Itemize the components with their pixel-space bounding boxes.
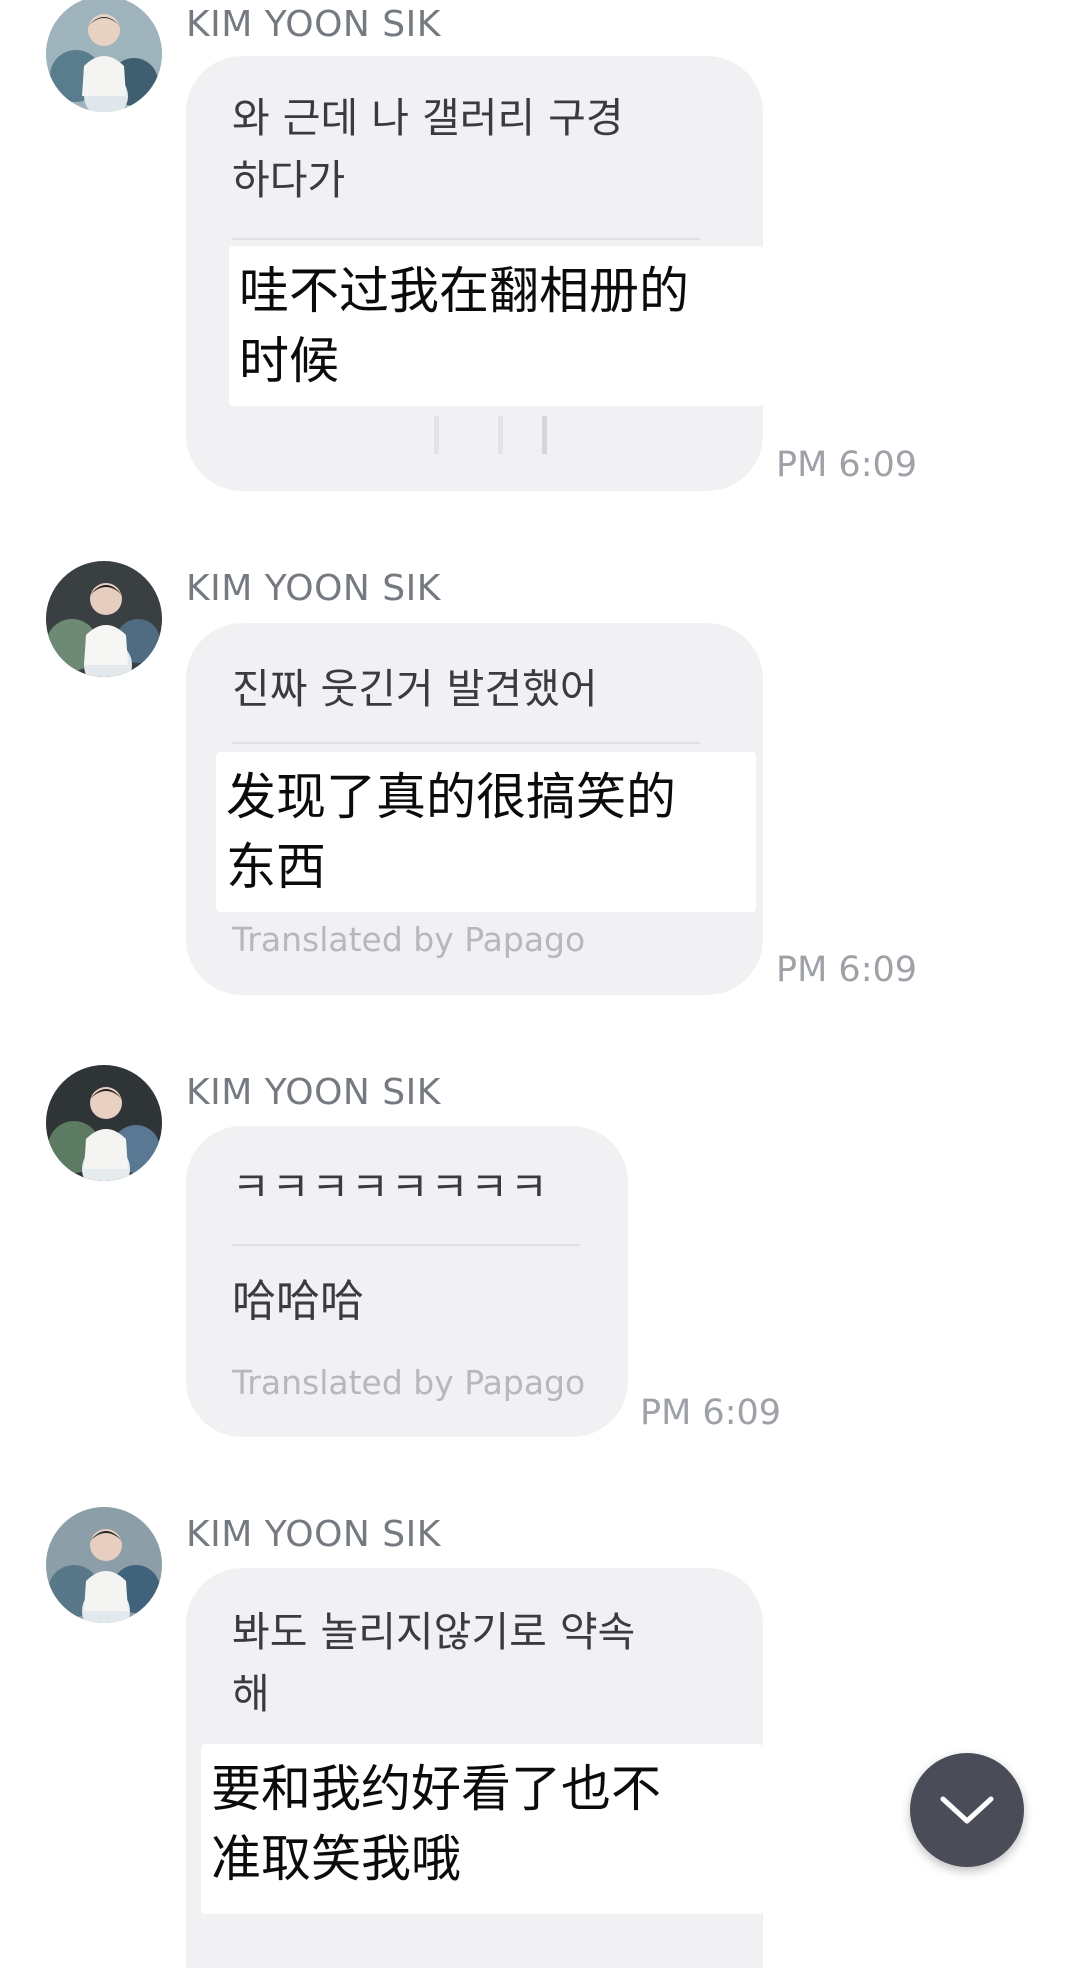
- chevron-down-icon: [940, 1796, 994, 1824]
- avatar-photo: [46, 1065, 162, 1181]
- sender-name: KIM YOON SIK: [186, 568, 441, 609]
- original-text: 와 근데 나 갤러리 구경 하다가: [232, 94, 624, 204]
- divider: [232, 1244, 580, 1246]
- translated-text: 哈哈哈: [232, 1276, 364, 1327]
- original-text: ㅋㅋㅋㅋㅋㅋㅋㅋ: [232, 1163, 550, 1211]
- translated-by-label: Translated by Papago: [232, 920, 586, 959]
- timestamp: PM 6:09: [776, 950, 918, 990]
- scroll-to-bottom-button[interactable]: [910, 1753, 1024, 1867]
- divider: [232, 238, 700, 240]
- translated-text: 哇不过我在翻相册的 时候: [239, 262, 689, 390]
- sender-name: KIM YOON SIK: [186, 4, 441, 45]
- sender-name: KIM YOON SIK: [186, 1514, 441, 1555]
- message-bubble[interactable]: 와 근데 나 갤러리 구경 하다가 哇不过我在翻相册的 时候: [186, 56, 763, 491]
- message-bubble[interactable]: 진짜 웃긴거 발견했어 发现了真的很搞笑的 东西 Translated by P…: [186, 623, 763, 995]
- avatar[interactable]: [46, 561, 162, 677]
- message-bubble[interactable]: ㅋㅋㅋㅋㅋㅋㅋㅋ 哈哈哈 Translated by Papago: [186, 1126, 628, 1437]
- sender-name: KIM YOON SIK: [186, 1072, 441, 1113]
- original-text: 봐도 놀리지않기로 약속 해: [232, 1608, 636, 1718]
- message-bubble[interactable]: 봐도 놀리지않기로 약속 해 要和我约好看了也不 准取笑我哦: [186, 1568, 763, 1968]
- translation-box: 要和我约好看了也不 准取笑我哦: [201, 1744, 763, 1914]
- avatar-photo: [46, 1507, 162, 1623]
- original-text: 진짜 웃긴거 발견했어: [232, 665, 598, 713]
- timestamp: PM 6:09: [640, 1393, 782, 1433]
- divider: [232, 742, 700, 744]
- translation-box: 发现了真的很搞笑的 东西: [216, 752, 756, 912]
- timestamp: PM 6:09: [776, 445, 918, 485]
- translated-text: 要和我约好看了也不 准取笑我哦: [211, 1760, 661, 1888]
- translated-by-label: Translated by Papago: [232, 1363, 586, 1402]
- avatar[interactable]: [46, 0, 162, 112]
- translation-box: 哇不过我在翻相册的 时候: [229, 246, 763, 406]
- translated-text: 发现了真的很搞笑的 东西: [226, 768, 676, 896]
- avatar-photo: [46, 561, 162, 677]
- avatar-photo: [46, 0, 162, 112]
- avatar[interactable]: [46, 1065, 162, 1181]
- avatar[interactable]: [46, 1507, 162, 1623]
